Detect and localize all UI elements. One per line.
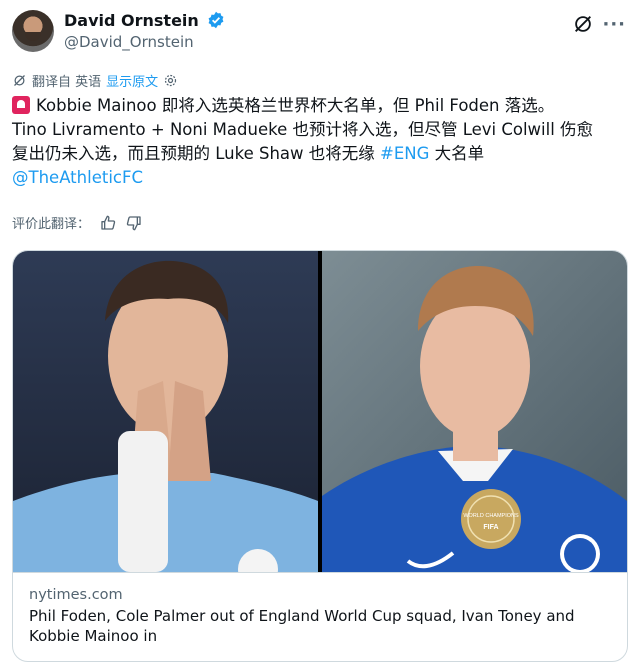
more-options-icon[interactable]: ··· bbox=[602, 14, 626, 35]
translated-from-label: 翻译自 英语 bbox=[32, 74, 102, 90]
tweet-header: David Ornstein @David_Ornstein ··· bbox=[12, 8, 628, 54]
verified-badge-icon bbox=[208, 11, 224, 29]
link-preview-card[interactable]: WORLD CHAMPIONS FIFA nytimes.com Phil Fo… bbox=[12, 250, 628, 662]
card-image[interactable]: WORLD CHAMPIONS FIFA bbox=[13, 251, 627, 572]
photo-left bbox=[13, 251, 318, 572]
tweet-line-3-after: 大名单 bbox=[429, 144, 485, 163]
thumbs-down-icon[interactable] bbox=[126, 215, 142, 231]
photo-right: WORLD CHAMPIONS FIFA bbox=[322, 251, 627, 572]
thumbs-up-icon[interactable] bbox=[100, 215, 116, 231]
tweet-line-2: Tino Livramento + Noni Madueke 也预计将入选，但尽… bbox=[12, 120, 594, 139]
card-title[interactable]: Phil Foden, Cole Palmer out of England W… bbox=[29, 606, 611, 646]
show-original-link[interactable]: 显示原文 bbox=[106, 71, 158, 90]
author-handle[interactable]: @David_Ornstein bbox=[64, 33, 194, 51]
tweet-body: Kobbie Mainoo 即将入选英格兰世界杯大名单，但 Phil Foden… bbox=[12, 94, 628, 190]
badge-sub: FIFA bbox=[483, 524, 498, 531]
tweet-line-1: Kobbie Mainoo 即将入选英格兰世界杯大名单，但 Phil Foden… bbox=[12, 94, 628, 118]
author-name[interactable]: David Ornstein bbox=[64, 11, 225, 30]
translation-bar: 翻译自 英语 显示原文 bbox=[12, 70, 178, 90]
badge-text: WORLD CHAMPIONS bbox=[463, 513, 519, 519]
card-domain: nytimes.com bbox=[29, 587, 123, 603]
author-name-text[interactable]: David Ornstein bbox=[64, 11, 199, 30]
rate-translation-label: 评价此翻译： bbox=[12, 217, 91, 232]
author-avatar[interactable] bbox=[12, 10, 54, 52]
tweet-line-3: 复出仍未入选，而且预期的 Luke Shaw 也将无缘 #ENG 大名单 bbox=[12, 142, 628, 166]
tweet-line-1-text: Kobbie Mainoo 即将入选英格兰世界杯大名单，但 Phil Foden… bbox=[36, 96, 555, 115]
tweet-line-3-before: 复出仍未入选，而且预期的 Luke Shaw 也将无缘 bbox=[12, 144, 380, 163]
settings-gear-icon[interactable] bbox=[163, 73, 178, 88]
hashtag-eng[interactable]: #ENG bbox=[380, 144, 429, 163]
grok-small-icon bbox=[14, 74, 25, 86]
card-footer[interactable]: nytimes.com Phil Foden, Cole Palmer out … bbox=[13, 572, 627, 661]
siren-emoji-icon bbox=[12, 96, 30, 114]
mention-theathleticfc[interactable]: @TheAthleticFC bbox=[12, 166, 628, 190]
grok-icon[interactable] bbox=[572, 13, 594, 35]
rate-translation-row: 评价此翻译： bbox=[12, 213, 142, 232]
